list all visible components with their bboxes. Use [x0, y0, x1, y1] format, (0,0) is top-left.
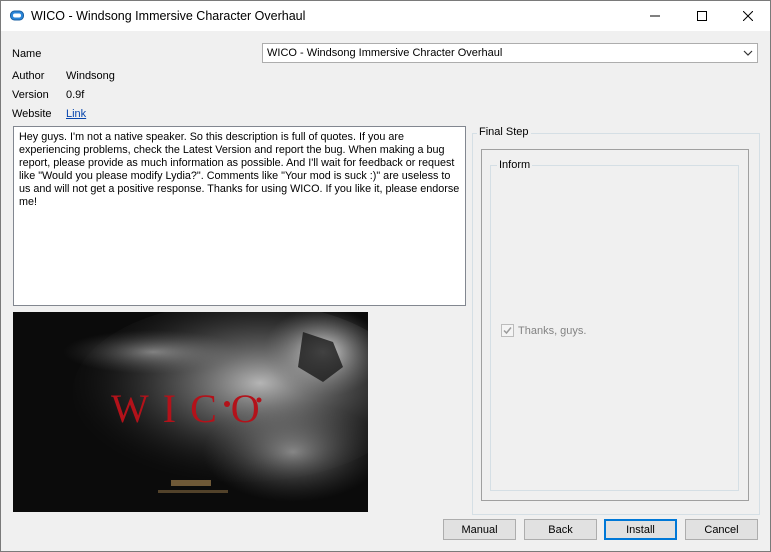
website-link[interactable]: Link	[66, 108, 86, 120]
wico-logo-text: WICO	[111, 386, 274, 431]
mod-preview-image: WICO	[13, 312, 368, 512]
version-label: Version	[12, 89, 49, 101]
title-bar[interactable]: WICO - Windsong Immersive Character Over…	[1, 1, 770, 31]
preview-artwork: WICO	[13, 312, 368, 512]
close-button[interactable]	[725, 1, 771, 31]
chevron-down-icon	[743, 50, 753, 56]
window-title: WICO - Windsong Immersive Character Over…	[31, 9, 306, 23]
cancel-button[interactable]: Cancel	[685, 519, 758, 540]
check-icon	[503, 327, 512, 335]
website-label: Website	[12, 108, 52, 120]
thanks-checkbox[interactable]	[501, 324, 514, 337]
minimize-icon	[650, 15, 660, 17]
installer-window: WICO - Windsong Immersive Character Over…	[0, 0, 771, 552]
final-step-title: Final Step	[477, 126, 531, 138]
description-box[interactable]: Hey guys. I'm not a native speaker. So t…	[13, 126, 466, 306]
name-label: Name	[12, 48, 42, 60]
app-icon	[10, 10, 24, 21]
install-button[interactable]: Install	[604, 519, 677, 540]
maximize-button[interactable]	[679, 1, 725, 31]
author-value: Windsong	[66, 70, 115, 82]
author-label: Author	[12, 70, 45, 82]
inform-title: Inform	[497, 159, 533, 171]
back-button[interactable]: Back	[524, 519, 597, 540]
thanks-label: Thanks, guys.	[518, 324, 587, 337]
close-icon	[743, 11, 753, 21]
name-select[interactable]: WICO - Windsong Immersive Chracter Overh…	[262, 43, 758, 63]
maximize-icon	[697, 11, 707, 21]
version-value: 0.9f	[66, 89, 85, 101]
name-select-value: WICO - Windsong Immersive Chracter Overh…	[267, 47, 503, 59]
thanks-option[interactable]: Thanks, guys.	[501, 324, 586, 337]
manual-button[interactable]: Manual	[443, 519, 516, 540]
minimize-button[interactable]	[632, 1, 678, 31]
